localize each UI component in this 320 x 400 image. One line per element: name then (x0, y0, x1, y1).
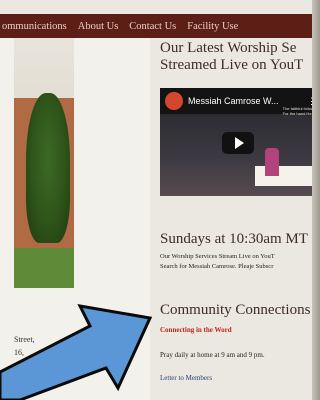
video-performer (265, 148, 279, 176)
connecting-in-the-word-link[interactable]: Connecting in the Word (160, 326, 232, 334)
photo-grass (14, 248, 74, 288)
youtube-video-embed[interactable]: Messiah Camrose W... ⋮ The faithful foll… (160, 88, 320, 196)
main-content: Our Latest Worship Se Streamed Live on Y… (150, 38, 320, 400)
nav-item-contact-us[interactable]: Contact Us (129, 21, 176, 32)
monitor-screen: ommunications About Us Contact Us Facili… (0, 0, 320, 400)
stream-info-line-1: Our Worship Services Stream Live on YouT (160, 253, 275, 260)
nav-item-communications[interactable]: ommunications (2, 21, 67, 32)
nav-item-about-us[interactable]: About Us (78, 21, 119, 32)
play-icon (234, 137, 244, 149)
top-navigation: ommunications About Us Contact Us Facili… (0, 14, 320, 38)
worship-heading: Our Latest Worship Se Streamed Live on Y… (160, 40, 303, 74)
video-caption-line-2: For the hand He (282, 111, 312, 116)
monitor-bezel (312, 0, 320, 400)
letter-to-members-link[interactable]: Letter to Members (160, 374, 212, 382)
stream-info-line-2: Search for Messiah Camrose. Pleaje Subsc… (160, 263, 274, 270)
video-piano (255, 166, 315, 186)
address-line-2: 16, (14, 348, 24, 357)
address-line-1: Street, (14, 335, 35, 344)
worship-heading-line-1: Our Latest Worship Se (160, 40, 297, 56)
community-heading: Community Connections (160, 302, 311, 318)
left-sidebar: Street, 16, (0, 38, 150, 400)
sundays-heading: Sundays at 10:30am MT (160, 231, 308, 247)
play-button[interactable] (222, 132, 254, 154)
church-address: Street, 16, (14, 333, 35, 359)
church-photo (14, 38, 74, 288)
worship-heading-line-2: Streamed Live on YouT (160, 57, 304, 73)
video-title[interactable]: Messiah Camrose W... (188, 96, 302, 106)
video-caption: The faithful followe For the hand He (283, 106, 316, 116)
stream-info: Our Worship Services Stream Live on YouT… (160, 252, 275, 272)
channel-avatar-icon[interactable] (165, 92, 183, 110)
nav-item-facility-use[interactable]: Facility Use (187, 21, 238, 32)
pray-daily-text: Pray daily at home at 9 am and 9 pm. (160, 351, 265, 359)
photo-tree (26, 93, 70, 243)
